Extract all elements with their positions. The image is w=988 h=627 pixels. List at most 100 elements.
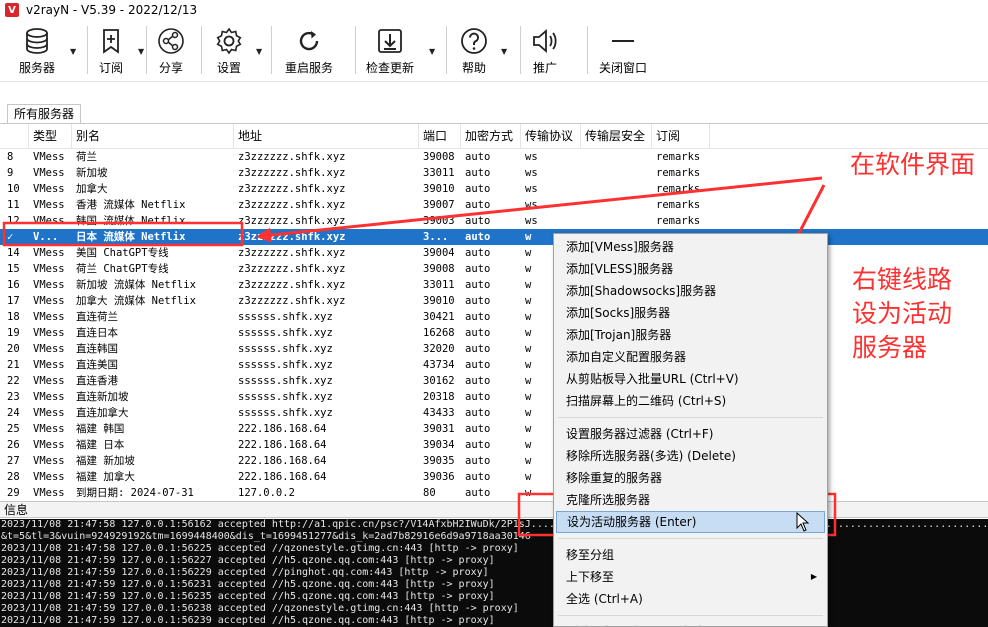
table-row[interactable]: 19 VMess 直连日本 ssssss.shfk.xyz 16268 auto w [0, 325, 988, 341]
table-row[interactable]: 16 VMess 新加坡 流媒体 Netflix z3zzzzzz.shfk.xyz 3… [0, 277, 988, 293]
server-list[interactable]: 类型 别名 地址 端口 加密方式 传输协议 传输层安全 订阅 8 VMess 荷兰 z3zzzzzz… [0, 124, 988, 501]
menu-item[interactable]: 扫描屏幕上的二维码 (Ctrl+S) [556, 390, 825, 412]
cell-idx: 25 [7, 423, 20, 435]
menu-item[interactable]: 添加[Socks]服务器 [556, 302, 825, 324]
toolbar-button-share[interactable]: 分享 [158, 23, 184, 79]
table-row[interactable]: 10 VMess 加拿大 z3zzzzzz.shfk.xyz 39010 auto ws re… [0, 181, 988, 197]
column-header[interactable]: 传输层安全 [581, 124, 652, 149]
menu-item[interactable]: 添加[VMess]服务器 [556, 236, 825, 258]
menu-item[interactable]: 移除所选服务器(多选) (Delete) [556, 445, 825, 467]
menu-item[interactable]: 上下移至 ▶ [556, 566, 825, 588]
download-update-icon [378, 29, 402, 53]
cell-sub: remarks [656, 151, 701, 163]
cell-idx: 22 [7, 375, 20, 387]
cell-type: VMess [33, 439, 65, 451]
cell-alias: 福建 日本 [76, 439, 125, 451]
table-row[interactable]: 27 VMess 福建 新加坡 222.186.168.64 39035 auto w [0, 453, 988, 469]
table-row[interactable]: 21 VMess 直连美国 ssssss.shfk.xyz 43734 auto w [0, 357, 988, 373]
table-row[interactable]: 22 VMess 直连香港 ssssss.shfk.xyz 30162 auto w [0, 373, 988, 389]
column-header[interactable]: 地址 [234, 124, 419, 149]
column-header[interactable]: 订阅 [652, 124, 710, 149]
column-header[interactable]: 别名 [72, 124, 234, 149]
log-output[interactable]: 2023/11/08 21:47:58 127.0.0.1:56162 acce… [0, 519, 988, 627]
table-row[interactable]: 14 VMess 美国 ChatGPT专线 z3zzzzzz.shfk.xyz 3900… [0, 245, 988, 261]
menu-item[interactable]: 添加自定义配置服务器 [556, 346, 825, 368]
table-row[interactable]: 25 VMess 福建 韩国 222.186.168.64 39031 auto w [0, 421, 988, 437]
toolbar-label: 重启服务 [284, 61, 333, 75]
dropdown-arrow-icon[interactable]: ▼ [256, 47, 262, 56]
cell-addr: ssssss.shfk.xyz [238, 343, 333, 355]
menu-item[interactable]: 全选 (Ctrl+A) [556, 588, 825, 610]
dropdown-arrow-icon[interactable]: ▼ [501, 47, 507, 56]
menu-separator [558, 615, 823, 616]
cell-addr: z3zzzzzz.shfk.xyz [238, 247, 346, 259]
cell-type: VMess [33, 455, 65, 467]
toolbar-button-help[interactable]: 帮助 [461, 23, 487, 79]
toolbar-button-speaker[interactable]: 推广 [532, 23, 558, 79]
cell-idx: 8 [7, 151, 14, 163]
table-row-selected[interactable]: ✓ V... 日本 流媒体 Netflix z3zzzzzz.shfk.xyz 3...… [0, 229, 988, 245]
dropdown-arrow-icon[interactable]: ▼ [429, 47, 435, 56]
menu-item-label: 添加[Shadowsocks]服务器 [566, 284, 717, 298]
menu-item[interactable]: 从剪贴板导入批量URL (Ctrl+V) [556, 368, 825, 390]
cell-idx: 20 [7, 343, 20, 355]
column-header[interactable]: 加密方式 [461, 124, 521, 149]
toolbar-button-download-update[interactable]: 检查更新 [365, 23, 415, 79]
dropdown-arrow-icon[interactable]: ▼ [138, 47, 144, 56]
table-row[interactable]: 17 VMess 加拿大 流媒体 Netflix z3zzzzzz.shfk.xyz 3… [0, 293, 988, 309]
menu-item[interactable]: 添加[Shadowsocks]服务器 [556, 280, 825, 302]
log-line: 2023/11/08 21:47:59 127.0.0.1:56238 acce… [1, 603, 519, 614]
menu-item[interactable]: 克隆所选服务器 [556, 489, 825, 511]
toolbar-button-restart[interactable]: 重启服务 [284, 23, 334, 79]
menu-item[interactable]: 添加[VLESS]服务器 [556, 258, 825, 280]
tab-strip: 所有服务器 [0, 82, 988, 124]
log-line: 2023/11/08 21:47:59 127.0.0.1:56235 acce… [1, 591, 495, 602]
table-row[interactable]: 9 VMess 新加坡 z3zzzzzz.shfk.xyz 33011 auto ws rem… [0, 165, 988, 181]
menu-item[interactable]: 添加[Trojan]服务器 [556, 324, 825, 346]
cell-idx: 27 [7, 455, 20, 467]
menu-item[interactable]: 设置服务器过滤器 (Ctrl+F) [556, 423, 825, 445]
column-header[interactable]: 传输协议 [521, 124, 581, 149]
table-row[interactable]: 23 VMess 直连新加坡 ssssss.shfk.xyz 20318 auto w [0, 389, 988, 405]
cell-type: VMess [33, 215, 65, 227]
cell-idx: 26 [7, 439, 20, 451]
toolbar-separator [355, 26, 356, 74]
menu-item[interactable]: 移除重复的服务器 [556, 467, 825, 489]
table-row[interactable]: 29 VMess 到期日期: 2024-07-31 127.0.0.2 80 auto w [0, 485, 988, 501]
menu-item[interactable]: 移至分组 [556, 544, 825, 566]
toolbar-label: 关闭窗口 [598, 61, 647, 75]
table-row[interactable]: 18 VMess 直连荷兰 ssssss.shfk.xyz 30421 auto w [0, 309, 988, 325]
tab-all-servers[interactable]: 所有服务器 [7, 104, 82, 124]
toolbar-button-database[interactable]: 服务器 [18, 23, 56, 79]
cell-enc: auto [465, 471, 491, 483]
cell-alias: 直连美国 [76, 359, 118, 371]
cell-port: 39008 [423, 151, 455, 163]
menu-item[interactable]: 测试服务器延迟Ping(多选) (Ctrl+P) [556, 621, 825, 626]
column-header[interactable]: 端口 [419, 124, 461, 149]
toolbar-label: 检查更新 [365, 61, 414, 75]
table-row[interactable]: 28 VMess 福建 加拿大 222.186.168.64 39036 auto w [0, 469, 988, 485]
cell-alias: 直连荷兰 [76, 311, 118, 323]
table-row[interactable]: 24 VMess 直连加拿大 ssssss.shfk.xyz 43433 auto w [0, 405, 988, 421]
cell-alias: 荷兰 ChatGPT专线 [76, 263, 169, 275]
cell-alias: 美国 ChatGPT专线 [76, 247, 169, 259]
toolbar-button-gear[interactable]: 设置 [216, 23, 242, 79]
cell-type: VMess [33, 311, 65, 323]
cell-type: VMess [33, 343, 65, 355]
toolbar: 服务器 ▼ 订阅 ▼ 分享 设置 ▼ 重启服务 检查更新 ▼ 帮助 ▼ 推广 关闭窗口 [0, 20, 988, 82]
log-line: &t=5&tl=3&vuin=924929192&tm=1699448400&d… [1, 531, 531, 542]
table-row[interactable]: 15 VMess 荷兰 ChatGPT专线 z3zzzzzz.shfk.xyz 3900… [0, 261, 988, 277]
table-row[interactable]: 12 VMess 韩国 流媒体 Netflix z3zzzzzz.shfk.xyz 39… [0, 213, 988, 229]
table-row[interactable]: 11 VMess 香港 流媒体 Netflix z3zzzzzz.shfk.xyz 39… [0, 197, 988, 213]
table-row[interactable]: 8 VMess 荷兰 z3zzzzzz.shfk.xyz 39008 auto ws rema… [0, 149, 988, 165]
toolbar-button-bookmark-add[interactable]: 订阅 [98, 23, 124, 79]
column-header[interactable]: 类型 [29, 124, 72, 149]
column-header-index[interactable] [0, 124, 29, 149]
menu-item-set-active-server[interactable]: 设为活动服务器 (Enter) [556, 511, 825, 533]
cell-enc: auto [465, 439, 491, 451]
table-row[interactable]: 20 VMess 直连韩国 ssssss.shfk.xyz 32020 auto w [0, 341, 988, 357]
toolbar-button-minimize[interactable]: 关闭窗口 [598, 23, 648, 79]
table-row[interactable]: 26 VMess 福建 日本 222.186.168.64 39034 auto w [0, 437, 988, 453]
toolbar-separator [446, 26, 447, 74]
dropdown-arrow-icon[interactable]: ▼ [70, 47, 76, 56]
